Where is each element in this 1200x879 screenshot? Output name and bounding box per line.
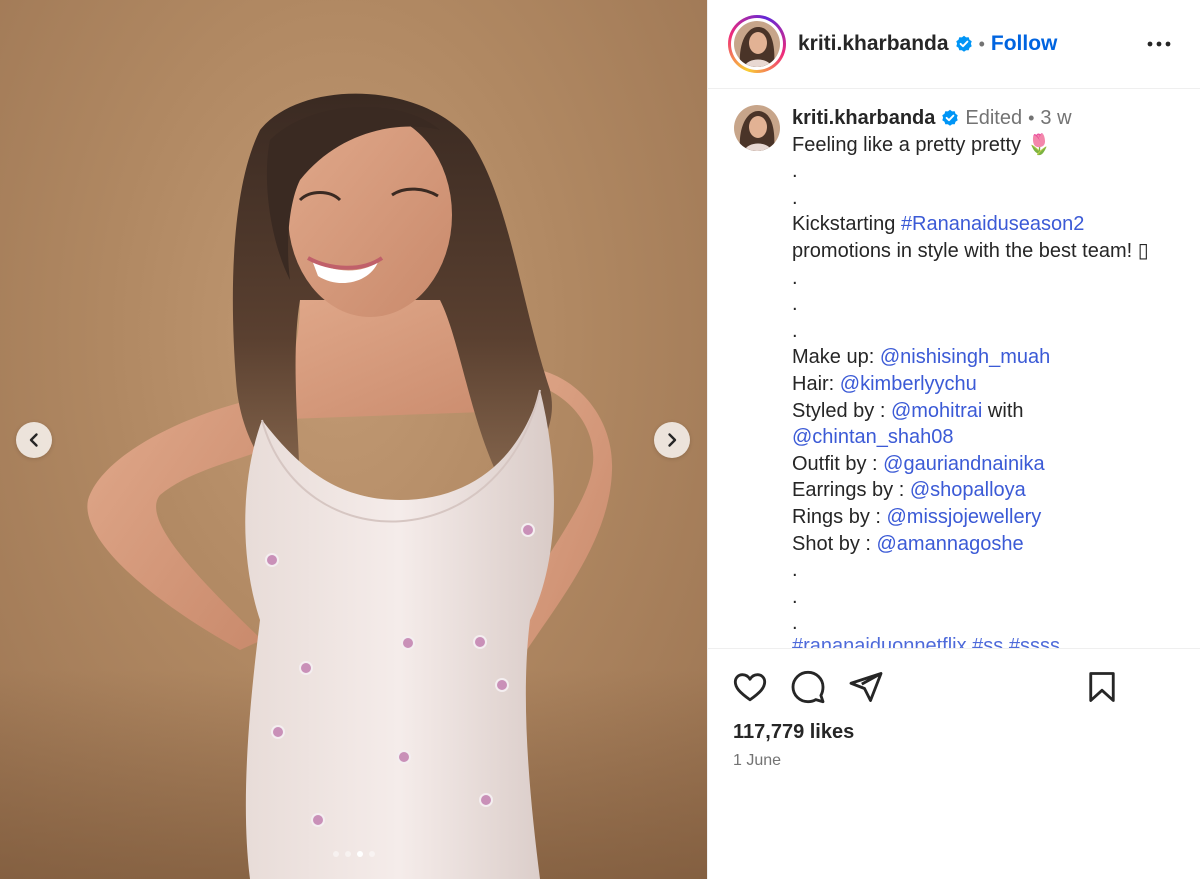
credit-label: Rings by : — [792, 505, 887, 528]
credit-line: Earrings by : @shopalloya — [792, 477, 1149, 504]
profile-picture — [734, 105, 780, 151]
carousel-dot — [332, 851, 339, 857]
caption-text: kriti.kharbanda Edited • 3 w Feeling lik… — [792, 105, 1149, 648]
credit-line: Hair: @kimberlyychu — [792, 371, 1149, 398]
chevron-left-icon — [29, 433, 38, 447]
caption-line: Feeling like a pretty pretty 🌷 — [792, 133, 1052, 156]
caption-line: Kickstarting #Rananaiduseason2 — [792, 211, 1149, 238]
credit-label: Hair: — [792, 372, 840, 395]
post-header: kriti.kharbanda • Follow — [708, 0, 1200, 89]
mention-link[interactable]: @shopalloya — [910, 479, 1026, 501]
post-details-panel: kriti.kharbanda • Follow kriti.kharbanda — [707, 0, 1200, 879]
post-date[interactable]: 1 June — [733, 752, 781, 770]
header-username[interactable]: kriti.kharbanda — [798, 32, 949, 56]
edited-label: Edited — [965, 107, 1023, 129]
caption-dot: . — [792, 585, 798, 608]
caption-dot: . — [792, 559, 798, 582]
credit-line: Outfit by : @gauriandnainika — [792, 451, 1149, 478]
carousel-dot — [356, 851, 363, 857]
credit-line: Make up: @nishisingh_muah — [792, 344, 1149, 371]
profile-picture — [734, 21, 780, 67]
credit-label: Make up: — [792, 346, 880, 369]
hashtag-link[interactable]: #Rananaiduseason2 — [901, 213, 1085, 235]
carousel-dot — [368, 851, 375, 857]
mention-link[interactable]: @chintan_shah08 — [792, 426, 954, 448]
header-separator: • — [978, 33, 985, 54]
caption-text-run: Kickstarting — [792, 213, 901, 236]
post-photo — [87, 93, 613, 879]
post-actions-section: 117,779 likes 1 June — [708, 648, 1200, 879]
mention-link[interactable]: @missjojewellery — [886, 506, 1041, 528]
caption-dot: . — [792, 293, 798, 316]
more-options-icon[interactable] — [1146, 34, 1172, 54]
chevron-right-icon — [668, 433, 677, 447]
carousel-next-button[interactable] — [654, 422, 690, 458]
save-bookmark-icon[interactable] — [1084, 669, 1120, 705]
like-heart-icon[interactable] — [732, 669, 768, 705]
credit-label: Shot by : — [792, 532, 877, 555]
caption-line: #rananaiduonnetflix #ss #ssss — [792, 633, 1149, 648]
carousel-prev-button[interactable] — [16, 422, 52, 458]
caption-meta: kriti.kharbanda Edited • 3 w — [792, 105, 1149, 132]
caption-line: promotions in style with the best team! … — [792, 239, 1149, 262]
mention-link[interactable]: @amannagoshe — [877, 533, 1024, 555]
comment-icon[interactable] — [790, 669, 826, 705]
credit-line: Shot by : @amannagoshe — [792, 531, 1149, 558]
credit-label: Outfit by : — [792, 452, 884, 475]
credit-line: Rings by : @missjojewellery — [792, 504, 1149, 531]
caption-dot: . — [792, 266, 798, 289]
credit-line: @chintan_shah08 — [792, 424, 1149, 451]
caption-section: kriti.kharbanda Edited • 3 w Feeling lik… — [708, 90, 1200, 648]
share-icon[interactable] — [848, 669, 884, 705]
caption-username[interactable]: kriti.kharbanda — [792, 105, 935, 132]
post-time-ago[interactable]: 3 w — [1040, 105, 1071, 132]
caption-dot: . — [792, 186, 798, 209]
credits-list: Make up: @nishisingh_muah Hair: @kimberly… — [792, 344, 1149, 557]
verified-badge-icon — [955, 35, 972, 52]
meta-separator: • — [1028, 108, 1035, 128]
mention-link[interactable]: @kimberlyychu — [840, 373, 977, 395]
hashtag-link[interactable]: #rananaiduonnetflix #ss #ssss — [792, 635, 1060, 648]
carousel-indicator — [0, 851, 707, 857]
caption-dot: . — [792, 319, 798, 342]
credit-line: Styled by : @mohitrai with — [792, 398, 1149, 425]
mention-link[interactable]: @gauriandnainika — [883, 453, 1045, 475]
carousel-dot — [344, 851, 351, 857]
mention-link[interactable]: @nishisingh_muah — [880, 346, 1050, 368]
verified-badge-icon — [942, 110, 959, 127]
caption-avatar[interactable] — [734, 105, 780, 151]
post-media — [0, 0, 707, 879]
action-bar — [732, 669, 1177, 705]
follow-button[interactable]: Follow — [991, 32, 1058, 56]
credit-suffix: with — [982, 399, 1024, 422]
caption-dot: . — [792, 160, 798, 183]
credit-label: Earrings by : — [792, 479, 910, 502]
mention-link[interactable]: @mohitrai — [891, 400, 982, 422]
credit-label: Styled by : — [792, 399, 891, 422]
avatar[interactable] — [728, 15, 786, 73]
likes-count[interactable]: 117,779 likes — [733, 721, 854, 744]
